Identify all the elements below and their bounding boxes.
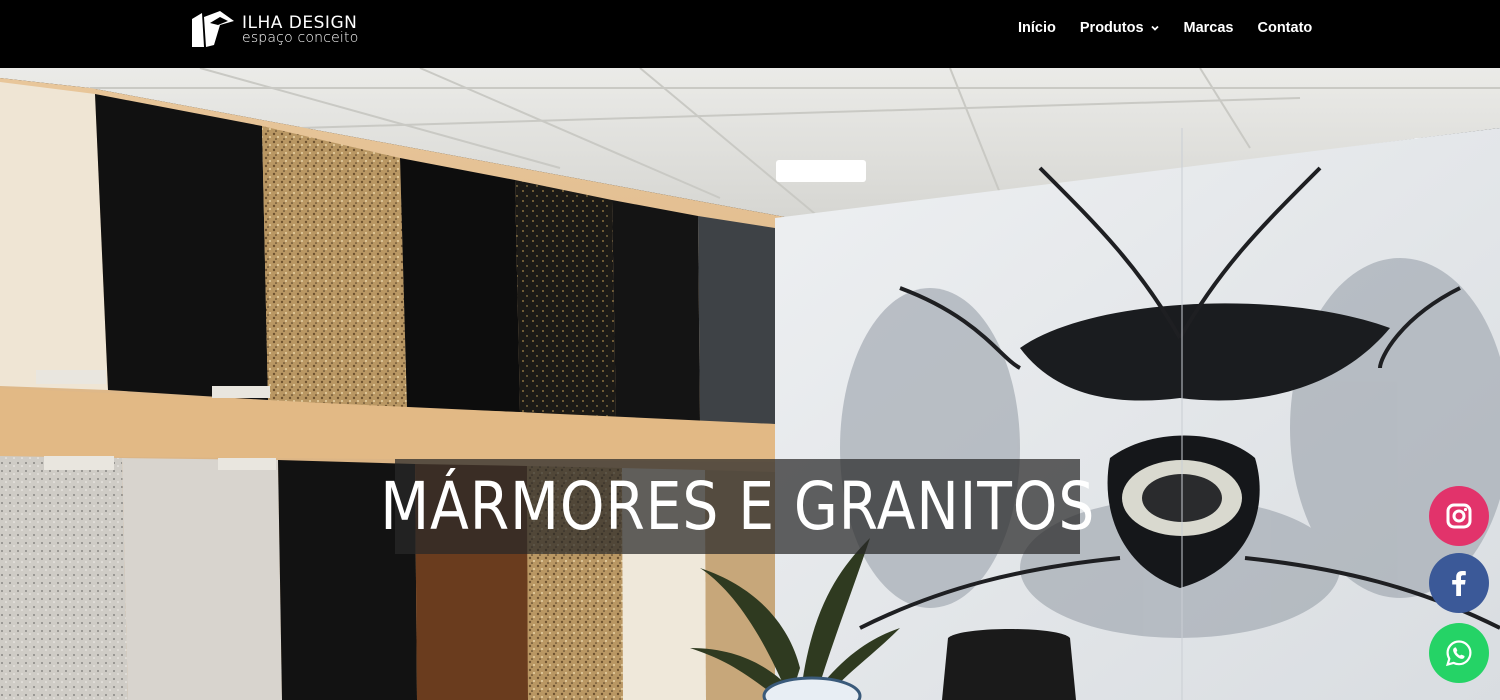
chevron-down-icon <box>1150 25 1159 31</box>
logo-mark-icon <box>192 11 234 47</box>
logo-subtitle: espaço conceito <box>242 30 359 46</box>
nav-item-label: Contato <box>1257 20 1313 36</box>
main-nav: Início Produtos Marcas Contato <box>1018 19 1312 37</box>
nav-item-marcas[interactable]: Marcas <box>1184 19 1234 37</box>
whatsapp-button[interactable] <box>1429 623 1489 683</box>
nav-item-inicio[interactable]: Início <box>1018 19 1056 37</box>
nav-item-label: Marcas <box>1183 20 1234 36</box>
hero-section: MÁRMORES E GRANITOS <box>0 68 1500 700</box>
site-header: ILHA DESIGN espaço conceito Início Produ… <box>0 0 1500 68</box>
instagram-icon <box>1446 503 1472 529</box>
nav-item-contato[interactable]: Contato <box>1258 19 1313 37</box>
whatsapp-icon <box>1445 640 1472 667</box>
hero-background-image <box>0 68 1500 700</box>
nav-item-produtos[interactable]: Produtos <box>1080 19 1160 37</box>
facebook-button[interactable] <box>1429 553 1489 613</box>
logo-link[interactable]: ILHA DESIGN espaço conceito <box>190 9 370 49</box>
instagram-button[interactable] <box>1429 486 1489 546</box>
facebook-icon <box>1452 571 1466 596</box>
hero-title-box: MÁRMORES E GRANITOS <box>380 459 1094 554</box>
hero-title: MÁRMORES E GRANITOS <box>379 467 1096 545</box>
nav-item-label: Produtos <box>1079 20 1144 36</box>
nav-item-label: Início <box>1018 20 1056 36</box>
